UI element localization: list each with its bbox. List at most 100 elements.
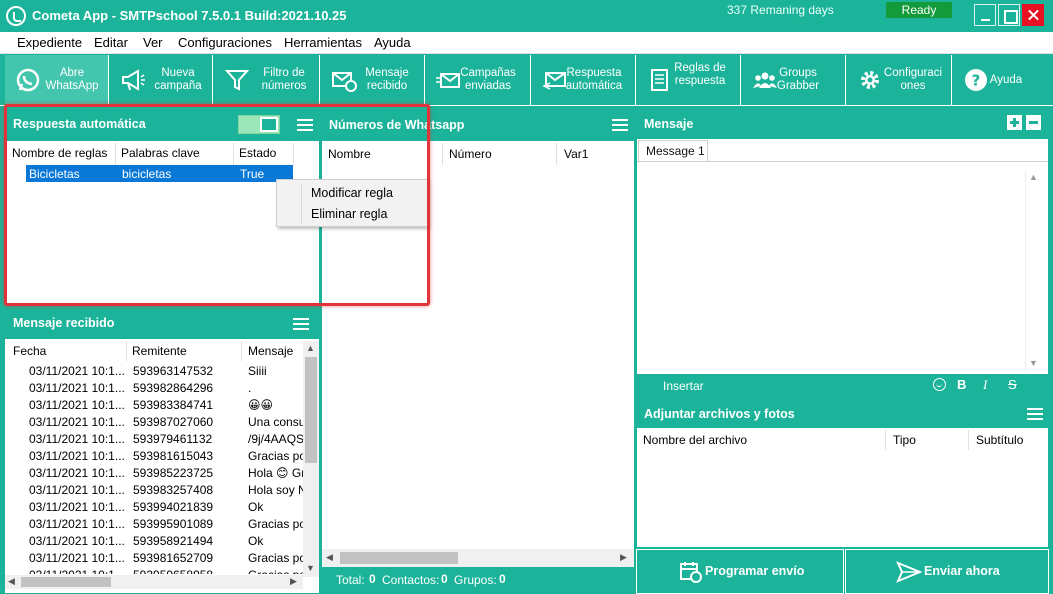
bold-button[interactable]: B	[957, 377, 966, 392]
menu-ver[interactable]: Ver	[143, 35, 163, 50]
column-caption[interactable]: Subtítulo	[976, 433, 1023, 447]
menu-expediente[interactable]: Expediente	[17, 35, 82, 50]
message-cell: 😀😀	[248, 398, 274, 412]
table-row[interactable]: 03/11/2021 10:1... 593995901089 Gracias po…	[5, 515, 303, 532]
whatsapp-numbers-panel: Números de Whatsapp Nombre Número Var1 ◀…	[321, 108, 635, 568]
sender-cell: 593994021839	[133, 500, 214, 514]
sender-cell: 593985223725	[133, 466, 214, 480]
new-campaign-button[interactable]: Nueva campaña	[110, 55, 213, 105]
message-cell: /9j/4AAQSk	[248, 432, 303, 446]
table-row[interactable]: 03/11/2021 10:1... 593987027060 Una consul…	[5, 413, 303, 430]
date-cell: 03/11/2021 10:1...	[29, 466, 125, 480]
message-cell: Gracias por	[248, 551, 303, 565]
column-state[interactable]: Estado	[239, 146, 276, 160]
delete-rule-menu-item[interactable]: Eliminar regla	[311, 207, 387, 221]
message-scrollbar[interactable]: ▲ ▼	[1025, 170, 1039, 370]
schedule-send-button[interactable]: Programar envío	[636, 549, 844, 594]
table-row[interactable]: 03/11/2021 10:1... 593994021839 Ok	[5, 498, 303, 515]
column-file-name[interactable]: Nombre del archivo	[643, 433, 747, 447]
auto-reply-toggle[interactable]	[238, 115, 280, 134]
received-messages-panel: Mensaje recibido Fecha Remitente Mensaje…	[4, 308, 320, 594]
received-header: Mensaje recibido	[5, 309, 319, 339]
sender-cell: 593979461132	[133, 432, 213, 446]
strikethrough-button[interactable]: S	[1008, 377, 1017, 392]
menu-configuraciones[interactable]: Configuraciones	[178, 35, 272, 50]
table-row[interactable]: 03/11/2021 10:1... 593983257408 Hola soy N…	[5, 481, 303, 498]
column-name[interactable]: Nombre	[328, 147, 371, 161]
emoji-icon[interactable]	[933, 378, 946, 391]
remaining-days: 337 Remaning days	[727, 3, 834, 17]
message-textarea[interactable]: ▲ ▼	[637, 161, 1048, 374]
column-number[interactable]: Número	[449, 147, 492, 161]
message-cell: Hola 😊 Gra	[248, 466, 303, 480]
help-icon: ?	[965, 69, 987, 91]
column-date[interactable]: Fecha	[13, 344, 46, 358]
numbers-header: Números de Whatsapp	[322, 109, 634, 141]
received-title: Mensaje recibido	[13, 316, 115, 330]
sender-cell: 593959658958	[133, 568, 239, 574]
whatsapp-logo-icon	[6, 6, 26, 26]
auto-reply-button[interactable]: Respuesta automática	[532, 55, 636, 105]
funnel-icon	[224, 70, 250, 91]
italic-button[interactable]: I	[983, 377, 987, 393]
received-messages-button[interactable]: Mensaje recibido	[321, 55, 425, 105]
modify-rule-menu-item[interactable]: Modificar regla	[311, 186, 393, 200]
remove-message-icon[interactable]	[1026, 115, 1041, 130]
close-button[interactable]	[1022, 4, 1044, 26]
date-cell: 03/11/2021 10:1...	[29, 381, 125, 395]
table-row-selected[interactable]: Bicicletas bicicletas True	[26, 165, 293, 182]
table-row[interactable]: 03/11/2021 10:1... 593983384741 😀😀	[5, 396, 303, 413]
number-filter-button[interactable]: Filtro de números	[214, 55, 320, 105]
message-title: Mensaje	[644, 117, 694, 131]
column-message[interactable]: Mensaje	[248, 344, 293, 358]
auto-reply-title: Respuesta automática	[13, 117, 146, 131]
message-cell: Gracias por	[248, 517, 303, 531]
column-type[interactable]: Tipo	[893, 433, 916, 447]
send-now-button[interactable]: Enviar ahora	[845, 549, 1049, 594]
received-horizontal-scrollbar[interactable]: ◀ ▶	[5, 575, 303, 589]
menu-herramientas[interactable]: Herramientas	[284, 35, 362, 50]
column-keywords[interactable]: Palabras clave	[121, 146, 200, 160]
date-cell: 03/11/2021 10:1...	[29, 398, 125, 412]
table-row[interactable]: 03/11/2021 10:1... 593981615043 Gracias po…	[5, 447, 303, 464]
numbers-title: Números de Whatsapp	[329, 118, 465, 132]
open-whatsapp-button[interactable]: Abre WhatsApp	[5, 55, 109, 105]
date-cell: 03/11/2021 10:1...	[29, 483, 125, 497]
table-row[interactable]: 03/11/2021 10:1... 593959658958 Gracias po…	[5, 566, 303, 574]
date-cell: 03/11/2021 10:1...	[29, 517, 125, 531]
table-row[interactable]: 03/11/2021 10:1... 593963147532 Siiii	[5, 362, 303, 379]
column-rule-name[interactable]: Nombre de reglas	[12, 146, 107, 160]
message-cell: Gracias por	[248, 449, 303, 463]
menu-ayuda[interactable]: Ayuda	[374, 35, 411, 50]
maximize-button[interactable]	[998, 4, 1020, 26]
menu-editar[interactable]: Editar	[94, 35, 128, 50]
table-row[interactable]: 03/11/2021 10:1... 593981652709 Gracias po…	[5, 549, 303, 566]
table-row[interactable]: 03/11/2021 10:1... 593958921494 Ok	[5, 532, 303, 549]
column-sender[interactable]: Remitente	[132, 344, 187, 358]
sender-cell: 593983257408	[133, 483, 214, 497]
groups-grabber-button[interactable]: Groups Grabber	[742, 55, 846, 105]
svg-text:?: ?	[972, 72, 981, 90]
column-var1[interactable]: Var1	[564, 147, 588, 161]
minimize-button[interactable]	[974, 4, 996, 26]
reply-rules-button[interactable]: Reglas de respuesta	[637, 55, 741, 105]
date-cell: 03/11/2021 10:1...	[29, 568, 129, 574]
table-row[interactable]: 03/11/2021 10:1... 593982864296.	[5, 379, 303, 396]
attachments-menu-icon[interactable]	[1027, 408, 1043, 420]
date-cell: 03/11/2021 10:1...	[29, 415, 125, 429]
table-row[interactable]: 03/11/2021 10:1... 593985223725 Hola 😊 Gra	[5, 464, 303, 481]
table-row[interactable]: 03/11/2021 10:1... 593979461132/9j/4AAQSk	[5, 430, 303, 447]
add-message-icon[interactable]	[1007, 115, 1022, 130]
sent-campaigns-button[interactable]: Campañas enviadas	[426, 55, 531, 105]
auto-reply-menu-icon[interactable]	[297, 119, 313, 131]
received-menu-icon[interactable]	[293, 318, 309, 330]
help-button[interactable]: ? Ayuda	[953, 55, 1053, 105]
settings-button[interactable]: Configuraci ones	[847, 55, 952, 105]
tab-message-1[interactable]: Message 1	[638, 140, 708, 162]
received-vertical-scrollbar[interactable]: ▲ ▼	[303, 341, 319, 577]
insert-button[interactable]: Insertar	[663, 379, 704, 393]
window-title: Cometa App - SMTPschool 7.5.0.1 Build:20…	[32, 8, 347, 23]
numbers-horizontal-scrollbar[interactable]: ◀ ▶	[322, 549, 634, 567]
numbers-menu-icon[interactable]	[612, 119, 628, 131]
message-cell: Gracias por	[248, 568, 303, 574]
